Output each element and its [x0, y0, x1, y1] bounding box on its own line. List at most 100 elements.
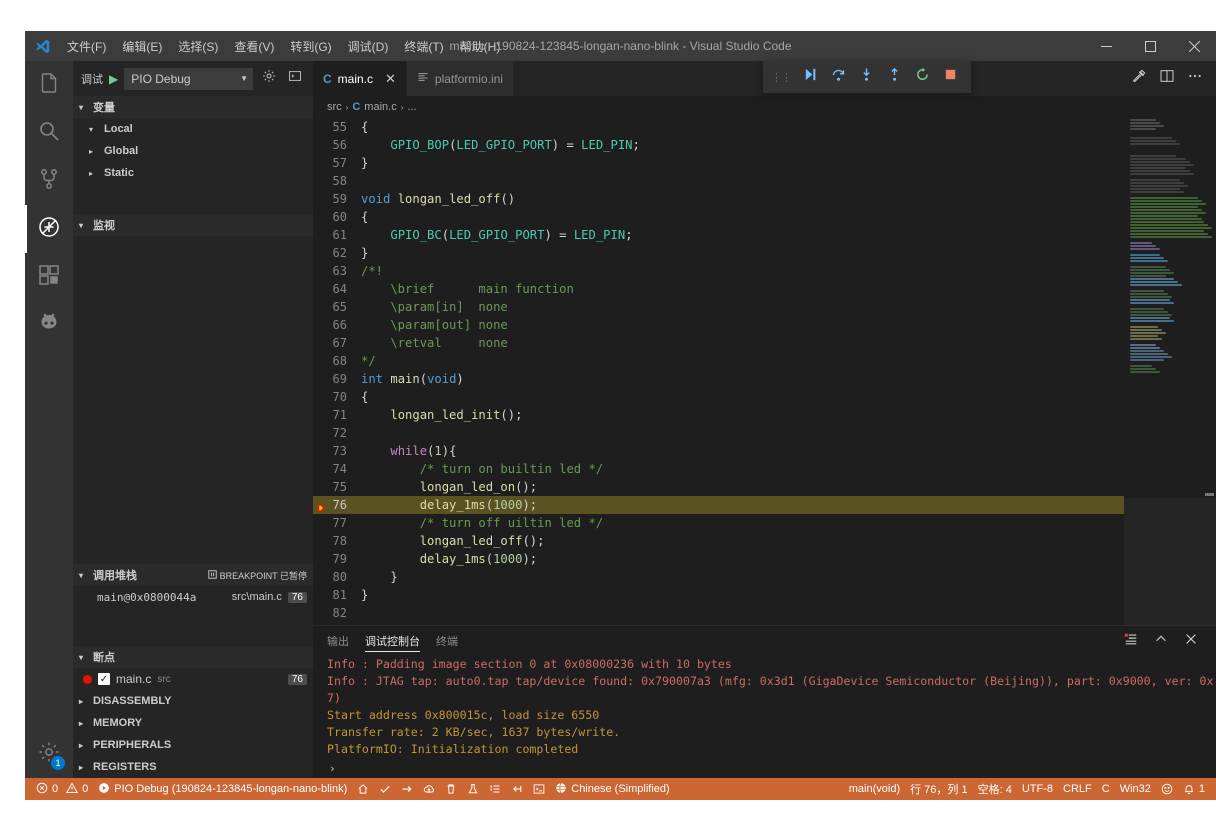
code-line[interactable]: 65 \param[in] none	[313, 298, 1124, 316]
watch-header[interactable]: ▾ 监视	[73, 214, 313, 236]
code-line[interactable]: 59void longan_led_off()	[313, 190, 1124, 208]
code-line[interactable]: 66 \param[out] none	[313, 316, 1124, 334]
code-line[interactable]: 61 GPIO_BC(LED_GPIO_PORT) = LED_PIN;	[313, 226, 1124, 244]
debug-floating-toolbar[interactable]: ⋮⋮	[763, 61, 971, 93]
status-debug-session[interactable]: PIO Debug (190824-123845-longan-nano-bli…	[93, 778, 352, 800]
variables-header[interactable]: ▾ 变量	[73, 96, 313, 118]
menu-file[interactable]: 文件(F)	[59, 31, 114, 61]
code-line[interactable]: 64 \brief main function	[313, 280, 1124, 298]
split-editor-button[interactable]	[1154, 65, 1180, 93]
status-language-locale[interactable]: Chinese (Simplified)	[550, 778, 674, 800]
code-line[interactable]: 77 /* turn off uiltin led */	[313, 514, 1124, 532]
status-problems[interactable]: 0 0	[31, 778, 93, 800]
code-line[interactable]: 80 }	[313, 568, 1124, 586]
code-line[interactable]: 58	[313, 172, 1124, 190]
activity-platformio[interactable]	[25, 301, 73, 349]
code-line[interactable]: 72	[313, 424, 1124, 442]
code-line[interactable]: 55{	[313, 118, 1124, 136]
section-peripherals[interactable]: ▸ PERIPHERALS	[73, 734, 313, 756]
debug-restart-button[interactable]	[909, 64, 935, 90]
open-launch-json-button[interactable]	[259, 69, 279, 89]
section-memory[interactable]: ▸ MEMORY	[73, 712, 313, 734]
tab-platformio-ini[interactable]: platformio.ini	[407, 61, 514, 96]
pio-upload-ota-button[interactable]	[418, 778, 440, 800]
pio-build-button[interactable]	[374, 778, 396, 800]
code-line[interactable]: 79 delay_1ms(1000);	[313, 550, 1124, 568]
tab-main-c[interactable]: C main.c ✕	[313, 61, 407, 96]
panel-tab-output[interactable]: 输出	[327, 626, 349, 656]
activity-source-control[interactable]	[25, 157, 73, 205]
code-line[interactable]: 68*/	[313, 352, 1124, 370]
close-icon[interactable]: ✕	[385, 71, 396, 87]
code-lines[interactable]: 55{56 GPIO_BOP(LED_GPIO_PORT) = LED_PIN;…	[313, 118, 1124, 622]
code-line[interactable]: 56 GPIO_BOP(LED_GPIO_PORT) = LED_PIN;	[313, 136, 1124, 154]
debug-continue-button[interactable]	[797, 64, 823, 90]
status-indentation[interactable]: 空格: 4	[973, 778, 1017, 800]
breadcrumb[interactable]: src › C main.c › ...	[313, 96, 1216, 118]
more-actions-button[interactable]	[1182, 65, 1208, 93]
code-line[interactable]: 69int main(void)	[313, 370, 1124, 388]
debug-console-input-row[interactable]: ›	[327, 758, 1216, 778]
code-line[interactable]: 63/*!	[313, 262, 1124, 280]
status-language-mode[interactable]: C	[1097, 778, 1115, 800]
section-registers[interactable]: ▸ REGISTERS	[73, 756, 313, 778]
close-button[interactable]	[1172, 31, 1216, 61]
code-line[interactable]: 62}	[313, 244, 1124, 262]
activity-search[interactable]	[25, 109, 73, 157]
debug-console-output[interactable]: Info : Padding image section 0 at 0x0800…	[313, 656, 1216, 778]
code-line[interactable]: 74 /* turn on builtin led */	[313, 460, 1124, 478]
code-line[interactable]: 73 while(1){	[313, 442, 1124, 460]
status-eol[interactable]: CRLF	[1058, 778, 1097, 800]
breadcrumb-src[interactable]: src	[327, 101, 342, 113]
activity-extensions[interactable]	[25, 253, 73, 301]
maximize-panel-button[interactable]	[1150, 630, 1172, 652]
window-controls[interactable]	[1084, 31, 1216, 61]
status-platform[interactable]: Win32	[1115, 778, 1156, 800]
code-line[interactable]: 70{	[313, 388, 1124, 406]
open-debug-console-button[interactable]	[285, 69, 305, 89]
code-line[interactable]: 57}	[313, 154, 1124, 172]
panel-tab-debug-console[interactable]: 调试控制台	[365, 626, 420, 656]
pio-test-button[interactable]	[462, 778, 484, 800]
breakpoint-item[interactable]: ✓ main.c src 76	[73, 668, 313, 690]
status-cursor-position[interactable]: 行 76，列 1	[905, 778, 972, 800]
code-viewport[interactable]: 55{56 GPIO_BOP(LED_GPIO_PORT) = LED_PIN;…	[313, 118, 1124, 625]
status-notifications[interactable]: 1	[1178, 778, 1210, 800]
debug-stop-button[interactable]	[937, 64, 963, 90]
pio-serial-monitor-button[interactable]	[506, 778, 528, 800]
menu-bar[interactable]: 文件(F) 编辑(E) 选择(S) 查看(V) 转到(G) 调试(D) 终端(T…	[59, 31, 508, 61]
pio-upload-button[interactable]	[396, 778, 418, 800]
platformio-build-button[interactable]	[1126, 65, 1152, 93]
pio-run-task-button[interactable]	[484, 778, 506, 800]
activity-run-and-debug[interactable]	[25, 205, 73, 253]
activity-manage-settings[interactable]: 1	[25, 730, 73, 778]
pio-terminal-button[interactable]	[528, 778, 550, 800]
breakpoint-arrow-icon[interactable]	[317, 500, 327, 510]
code-line[interactable]: 75 longan_led_on();	[313, 478, 1124, 496]
debug-step-into-button[interactable]	[853, 64, 879, 90]
callstack-frame[interactable]: main@0x0800044a src\main.c 76	[73, 586, 313, 608]
clear-console-button[interactable]	[1120, 630, 1142, 652]
start-debugging-icon[interactable]: ▶	[109, 72, 118, 86]
breadcrumb-symbol[interactable]: ...	[407, 101, 416, 113]
variables-scope-local[interactable]: ▾ Local	[73, 118, 313, 140]
breakpoints-header[interactable]: ▾ 断点	[73, 646, 313, 668]
menu-go[interactable]: 转到(G)	[282, 31, 339, 61]
code-line[interactable]: 81}	[313, 586, 1124, 604]
menu-debug[interactable]: 调试(D)	[340, 31, 397, 61]
status-symbol[interactable]: main(void)	[844, 778, 905, 800]
code-line[interactable]: 82	[313, 604, 1124, 622]
maximize-button[interactable]	[1128, 31, 1172, 61]
variables-scope-global[interactable]: ▸ Global	[73, 140, 313, 162]
menu-view[interactable]: 查看(V)	[226, 31, 282, 61]
pio-clean-button[interactable]	[440, 778, 462, 800]
status-feedback[interactable]	[1156, 778, 1178, 800]
menu-selection[interactable]: 选择(S)	[170, 31, 226, 61]
debug-step-out-button[interactable]	[881, 64, 907, 90]
activity-explorer[interactable]	[25, 61, 73, 109]
code-line[interactable]: 76 delay_1ms(1000);	[313, 496, 1124, 514]
menu-edit[interactable]: 编辑(E)	[114, 31, 170, 61]
code-editor[interactable]: 55{56 GPIO_BOP(LED_GPIO_PORT) = LED_PIN;…	[313, 118, 1216, 625]
drag-handle-icon[interactable]: ⋮⋮	[771, 71, 795, 84]
callstack-header[interactable]: ▾ 调用堆栈 BREAKPOINT 已暂停	[73, 564, 313, 586]
